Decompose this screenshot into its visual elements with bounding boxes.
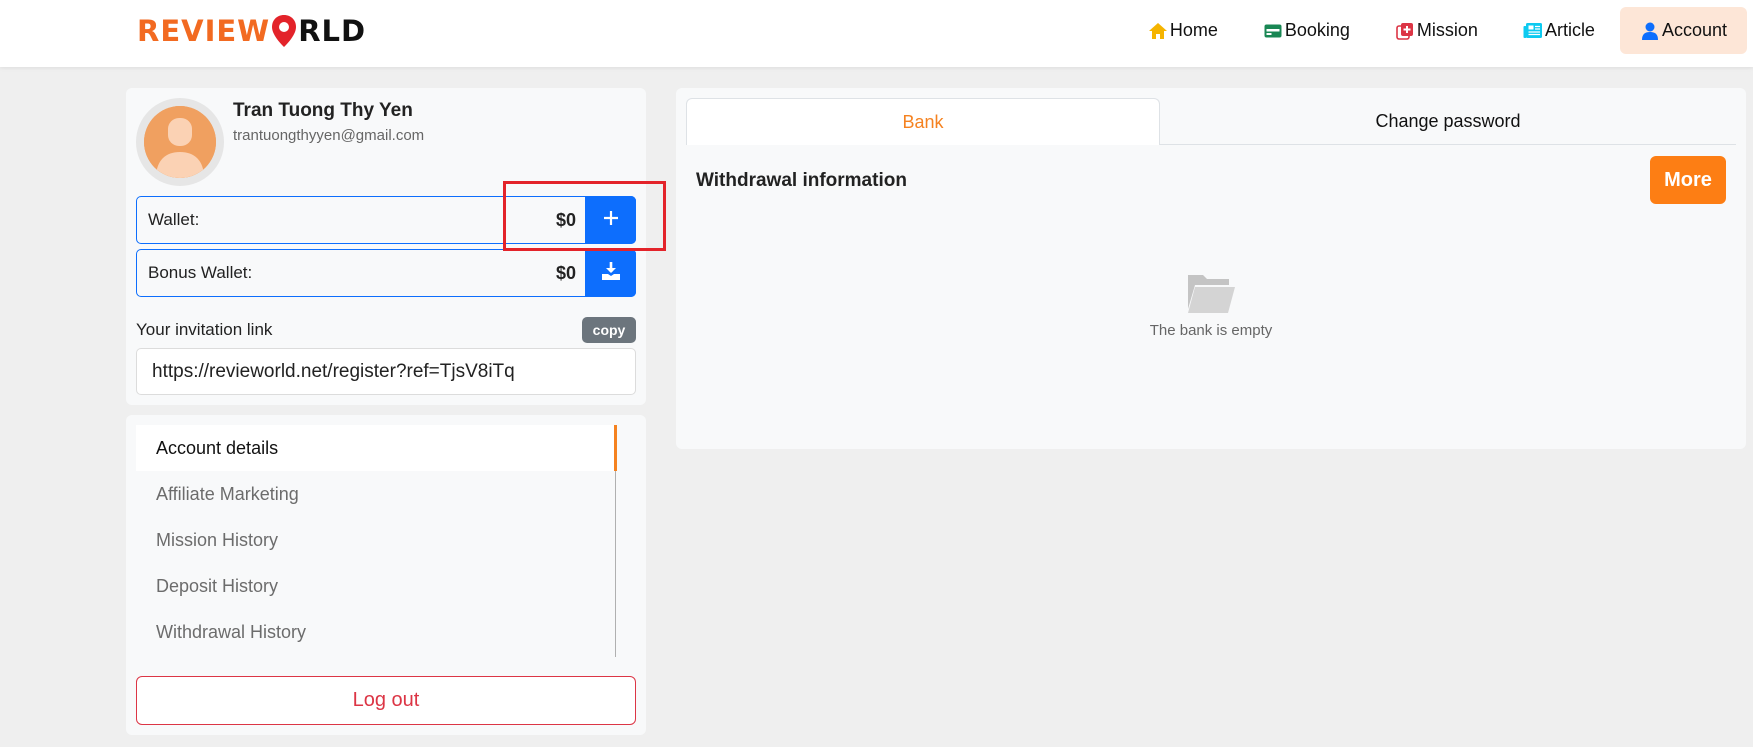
bonus-wallet-amount: $0: [555, 262, 576, 283]
bank-tabs: Bank Change password: [686, 98, 1736, 145]
nav-booking-label: Booking: [1284, 20, 1350, 40]
main-nav: Home Booking Mission Article Account: [1123, 7, 1747, 54]
newspaper-icon: [1523, 21, 1543, 41]
menu-item-deposit-history[interactable]: Deposit History: [136, 563, 615, 609]
menu-item-withdrawal-history[interactable]: Withdrawal History: [136, 609, 615, 655]
user-name: Tran Tuong Thy Yen: [233, 100, 413, 121]
bonus-wallet-row: Bonus Wallet: $0: [136, 249, 636, 297]
top-navbar: REVIEW RLD Home Booking Mission Article …: [0, 0, 1753, 67]
copy-button[interactable]: copy: [582, 317, 636, 343]
tab-change-password[interactable]: Change password: [1160, 98, 1736, 145]
nav-mission-label: Mission: [1416, 20, 1478, 40]
nav-account-label: Account: [1661, 20, 1727, 40]
nav-home-label: Home: [1169, 20, 1218, 40]
avatar-placeholder-icon: [144, 106, 216, 178]
withdrawal-info-title: Withdrawal information: [696, 170, 907, 191]
invitation-link-field[interactable]: https://revieworld.net/register?ref=TjsV…: [136, 348, 636, 395]
more-button[interactable]: More: [1650, 156, 1726, 204]
bank-panel: Bank Change password Withdrawal informat…: [676, 88, 1746, 449]
menu-item-affiliate-marketing[interactable]: Affiliate Marketing: [136, 471, 615, 517]
nav-mission[interactable]: Mission: [1375, 7, 1498, 54]
home-icon: [1148, 21, 1168, 41]
bonus-wallet-label: Bonus Wallet:: [148, 263, 253, 282]
account-menu-card: Account details Affiliate Marketing Miss…: [126, 415, 646, 735]
bonus-wallet-withdraw-button[interactable]: [585, 249, 636, 297]
mission-icon: [1395, 21, 1415, 41]
folder-open-icon: [1185, 271, 1237, 315]
download-icon: [601, 261, 621, 286]
highlight-annotation: [503, 181, 666, 251]
ticket-icon: [1263, 21, 1283, 41]
menu-item-mission-history[interactable]: Mission History: [136, 517, 615, 563]
account-menu: Account details Affiliate Marketing Miss…: [136, 425, 617, 657]
tab-bank[interactable]: Bank: [686, 98, 1160, 145]
logout-button[interactable]: Log out: [136, 676, 636, 725]
invitation-link-label: Your invitation link: [136, 320, 273, 339]
nav-article[interactable]: Article: [1503, 7, 1615, 54]
wallet-label: Wallet:: [148, 210, 200, 229]
user-email: trantuongthyyen@gmail.com: [233, 127, 425, 144]
logo-text-part1: REVIEW: [137, 14, 271, 48]
logo-text-part2: RLD: [298, 14, 367, 48]
nav-article-label: Article: [1544, 20, 1595, 40]
nav-home[interactable]: Home: [1128, 7, 1238, 54]
nav-booking[interactable]: Booking: [1243, 7, 1370, 54]
empty-state-text: The bank is empty: [1149, 322, 1273, 339]
nav-account[interactable]: Account: [1619, 7, 1747, 54]
user-icon: [1640, 21, 1660, 41]
avatar: [136, 98, 224, 186]
menu-item-account-details[interactable]: Account details: [136, 425, 617, 471]
empty-state: The bank is empty: [676, 271, 1746, 339]
logo[interactable]: REVIEW RLD: [137, 12, 366, 50]
map-pin-icon: [271, 14, 297, 48]
